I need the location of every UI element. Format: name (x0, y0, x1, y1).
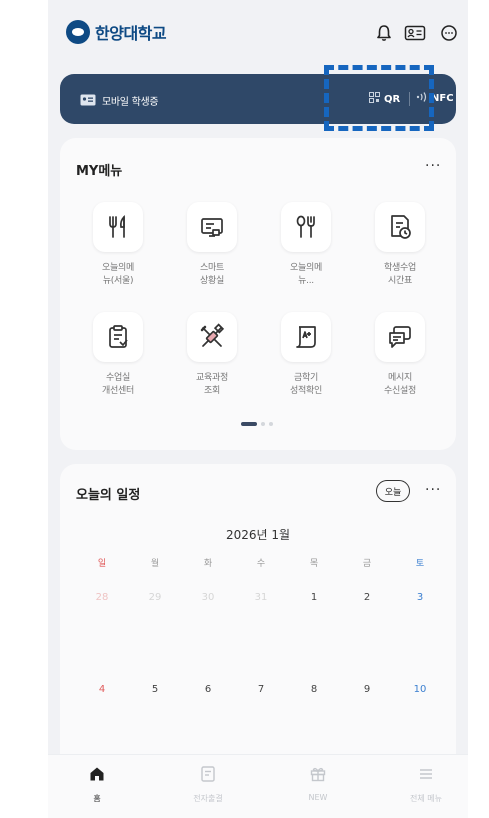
app-screen: 한양대학교 모바일 학생증 QR NFC MY메뉴 ··· 오늘의메 뉴(서울)… (48, 0, 468, 818)
bottom-navigation: 홈 전자출결 NEW 전체 메뉴 (48, 754, 468, 818)
calendar-day[interactable]: 4 (87, 684, 117, 695)
home-icon (88, 767, 106, 787)
menu-item-label: 수업실 개선센터 (102, 373, 134, 396)
calendar-day[interactable]: 30 (193, 592, 223, 603)
monitor-icon (187, 202, 237, 252)
weekday-wed: 수 (256, 559, 266, 569)
weekday-sun: 일 (97, 559, 107, 569)
menu-icon (417, 768, 435, 787)
nfc-label: NFC (431, 93, 454, 104)
nav-attendance[interactable]: 전자출결 (178, 765, 238, 804)
menu-item-curriculum[interactable]: 교육과정 조회 (165, 312, 259, 398)
nav-new[interactable]: NEW (288, 765, 348, 802)
nav-label: NEW (308, 793, 328, 802)
calendar-day[interactable]: 10 (405, 684, 435, 695)
id-card-icon (80, 91, 96, 110)
weekday-mon: 월 (150, 559, 160, 569)
calendar-day[interactable]: 9 (352, 684, 382, 695)
mobile-student-id-label: 모바일 학생증 (102, 97, 159, 108)
weekday-fri: 금 (362, 559, 372, 569)
calendar-day[interactable]: 1 (299, 592, 329, 603)
schedule-title: 오늘의 일정 (76, 488, 141, 503)
logo-emblem-icon (66, 20, 90, 44)
menu-item-student-timetable[interactable]: 학생수업 시간표 (353, 202, 447, 288)
calendar-day[interactable]: 7 (246, 684, 276, 695)
calendar-day[interactable]: 29 (140, 592, 170, 603)
menu-item-today-menu-seoul[interactable]: 오늘의메 뉴(서울) (71, 202, 165, 288)
page-dot (261, 422, 265, 426)
calendar-day[interactable]: 2 (352, 592, 382, 603)
app-header: 한양대학교 (48, 0, 468, 68)
highlight-box (324, 65, 434, 131)
calendar-day[interactable]: 28 (87, 592, 117, 603)
grade-icon (281, 312, 331, 362)
nav-label: 홈 (93, 794, 101, 803)
calendar-day[interactable]: 6 (193, 684, 223, 695)
menu-item-current-grades[interactable]: 금학기 성적확인 (259, 312, 353, 398)
page-dot-active (241, 422, 257, 426)
nav-label: 전자출결 (193, 794, 223, 803)
clipboard-icon (93, 312, 143, 362)
menu-item-label: 교육과정 조회 (196, 373, 228, 396)
weekday-sat: 토 (415, 559, 425, 569)
calendar-day[interactable]: 31 (246, 592, 276, 603)
menu-item-label: 스마트 상황실 (200, 263, 224, 286)
menu-item-message-settings[interactable]: 메시지 수신설정 (353, 312, 447, 398)
logo-text: 한양대학교 (95, 24, 167, 43)
timetable-icon (375, 202, 425, 252)
more-options-button[interactable]: ··· (425, 158, 441, 174)
carousel-page-indicator[interactable] (241, 422, 273, 426)
weekday-tue: 화 (203, 559, 213, 569)
weekday-thu: 목 (309, 559, 319, 569)
today-button[interactable]: 오늘 (376, 480, 410, 502)
bell-icon[interactable] (375, 24, 393, 46)
university-logo[interactable]: 한양대학교 (66, 20, 167, 44)
tools-icon (187, 312, 237, 362)
menu-item-label: 메시지 수신설정 (384, 373, 416, 396)
spoon-fork-icon (281, 202, 331, 252)
calendar-day[interactable]: 8 (299, 684, 329, 695)
menu-item-smart-situation-room[interactable]: 스마트 상황실 (165, 202, 259, 288)
calendar-month-label: 2026년 1월 (225, 528, 291, 542)
calendar-day[interactable]: 5 (140, 684, 170, 695)
chat-icon[interactable] (440, 24, 458, 46)
menu-item-label: 오늘의메 뉴... (290, 263, 322, 286)
menu-item-class-improvement[interactable]: 수업실 개선센터 (71, 312, 165, 398)
message-icon (375, 312, 425, 362)
today-schedule-card: 오늘의 일정 오늘 ··· 2026년 1월 일 월 화 수 목 금 토 28 … (60, 464, 456, 754)
attendance-icon (199, 766, 217, 787)
gift-icon (309, 767, 327, 787)
my-menu-title: MY메뉴 (76, 164, 123, 179)
menu-item-today-menu[interactable]: 오늘의메 뉴... (259, 202, 353, 288)
menu-item-label: 학생수업 시간표 (384, 263, 416, 286)
nav-all-menu[interactable]: 전체 메뉴 (396, 765, 456, 804)
page-dot (269, 422, 273, 426)
my-menu-card: MY메뉴 ··· 오늘의메 뉴(서울) 스마트 상황실 오늘의메 뉴... 학생… (60, 138, 456, 450)
menu-item-label: 오늘의메 뉴(서울) (102, 263, 134, 286)
nav-home[interactable]: 홈 (67, 765, 127, 804)
fork-knife-icon (93, 202, 143, 252)
more-options-button[interactable]: ··· (425, 482, 441, 498)
nav-label: 전체 메뉴 (410, 794, 442, 803)
calendar-day[interactable]: 3 (405, 592, 435, 603)
mobile-student-id-button[interactable]: 모바일 학생증 (80, 91, 159, 110)
menu-item-label: 금학기 성적확인 (290, 373, 322, 396)
id-card-icon[interactable] (404, 24, 426, 46)
